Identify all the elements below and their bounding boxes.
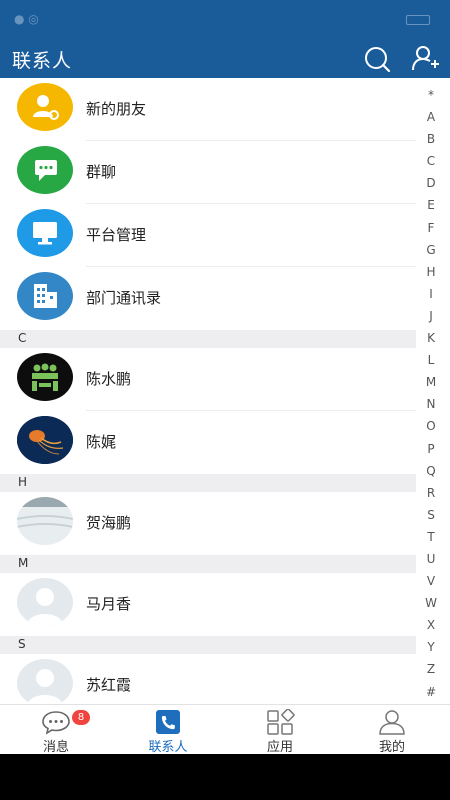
default-avatar-icon (17, 659, 73, 704)
new-friends-item[interactable]: 新的朋友 (0, 78, 416, 141)
department-directory-item[interactable]: 部门通讯录 (0, 267, 416, 330)
index-letter[interactable]: X (420, 614, 442, 636)
default-avatar-icon (17, 578, 73, 626)
tab-messages[interactable]: 8 消息 (0, 705, 112, 755)
contact-list: 新的朋友 群聊 平台管理 部门通讯录 C 陈水鹏 陈娓 H 贺海鹏 M 马月香 … (0, 78, 450, 704)
index-letter[interactable]: L (420, 349, 442, 371)
tab-apps[interactable]: 应用 (224, 705, 336, 755)
message-icon (42, 711, 70, 735)
index-letter[interactable]: M (420, 371, 442, 393)
index-letter[interactable]: K (420, 327, 442, 349)
search-button[interactable] (362, 44, 392, 74)
index-letter[interactable]: A (420, 106, 442, 128)
index-letter[interactable]: Z (420, 658, 442, 680)
index-letter[interactable]: O (420, 415, 442, 437)
index-letter[interactable]: Q (420, 460, 442, 482)
contact-item[interactable]: 陈娓 (0, 411, 416, 474)
unread-badge: 8 (72, 710, 90, 725)
platform-management-item[interactable]: 平台管理 (0, 204, 416, 267)
add-contact-button[interactable] (410, 44, 440, 74)
contact-name: 陈娓 (86, 433, 117, 451)
index-letter[interactable]: G (420, 239, 442, 261)
index-letter[interactable]: E (420, 194, 442, 216)
status-icons-right (402, 12, 430, 26)
index-letter[interactable]: N (420, 393, 442, 415)
contact-name: 苏红霞 (86, 676, 132, 694)
status-icons-left: ● ◎ (14, 12, 39, 26)
page-title: 联系人 (12, 50, 73, 72)
index-letter[interactable]: R (420, 482, 442, 504)
avatar (17, 416, 73, 464)
index-letter[interactable]: B (420, 128, 442, 150)
index-letter[interactable]: V (420, 570, 442, 592)
index-letter[interactable]: F (420, 217, 442, 239)
group-chat-item[interactable]: 群聊 (0, 141, 416, 204)
apps-icon (267, 709, 295, 735)
index-letter[interactable]: T (420, 526, 442, 548)
group-chat-icon (17, 146, 73, 194)
section-header-m: M (0, 555, 416, 573)
monitor-icon (17, 209, 73, 257)
avatar (17, 353, 73, 401)
contact-name: 贺海鹏 (86, 514, 132, 532)
index-letter[interactable]: D (420, 172, 442, 194)
index-letter[interactable]: P (420, 438, 442, 460)
add-contact-icon (412, 46, 439, 71)
index-letter[interactable]: H (420, 261, 442, 283)
index-letter[interactable]: * (420, 84, 442, 106)
tab-label: 联系人 (148, 740, 188, 755)
contact-item[interactable]: 陈水鹏 (0, 348, 416, 411)
tab-contacts[interactable]: 联系人 (112, 705, 224, 755)
avatar (17, 497, 73, 545)
index-letter[interactable]: S (420, 504, 442, 526)
list-item-label: 群聊 (86, 163, 117, 181)
contact-name: 马月香 (86, 595, 132, 613)
index-letter[interactable]: Y (420, 636, 442, 658)
section-header-h: H (0, 474, 416, 492)
contact-item[interactable]: 贺海鹏 (0, 492, 416, 555)
building-icon (17, 272, 73, 320)
new-friend-icon (17, 83, 73, 131)
tab-label: 应用 (266, 740, 293, 755)
search-icon (365, 47, 391, 73)
app-bar: 联系人 (0, 40, 450, 78)
section-header-c: C (0, 330, 416, 348)
contact-item[interactable]: 苏红霞 (0, 654, 416, 704)
list-item-label: 平台管理 (86, 226, 147, 244)
tab-bar: 8 消息 联系人 应用 我的 (0, 704, 450, 755)
contacts-icon (156, 710, 180, 734)
system-nav-area (0, 754, 450, 800)
index-letter[interactable]: W (420, 592, 442, 614)
list-item-label: 部门通讯录 (86, 289, 162, 307)
list-item-label: 新的朋友 (86, 100, 147, 118)
status-bar: ● ◎ (0, 0, 450, 40)
tab-profile[interactable]: 我的 (336, 705, 448, 755)
alphabet-index[interactable]: * A B C D E F G H I J K L M N O P Q R S T U V W X Y Z # (420, 84, 442, 703)
contact-item[interactable]: 马月香 (0, 573, 416, 636)
profile-icon (379, 710, 405, 735)
index-letter[interactable]: C (420, 150, 442, 172)
contact-name: 陈水鹏 (86, 370, 132, 388)
tab-label: 我的 (378, 740, 405, 755)
index-letter[interactable]: # (420, 681, 442, 703)
index-letter[interactable]: I (420, 283, 442, 305)
index-letter[interactable]: J (420, 305, 442, 327)
index-letter[interactable]: U (420, 548, 442, 570)
section-header-s: S (0, 636, 416, 654)
tab-label: 消息 (42, 740, 69, 755)
